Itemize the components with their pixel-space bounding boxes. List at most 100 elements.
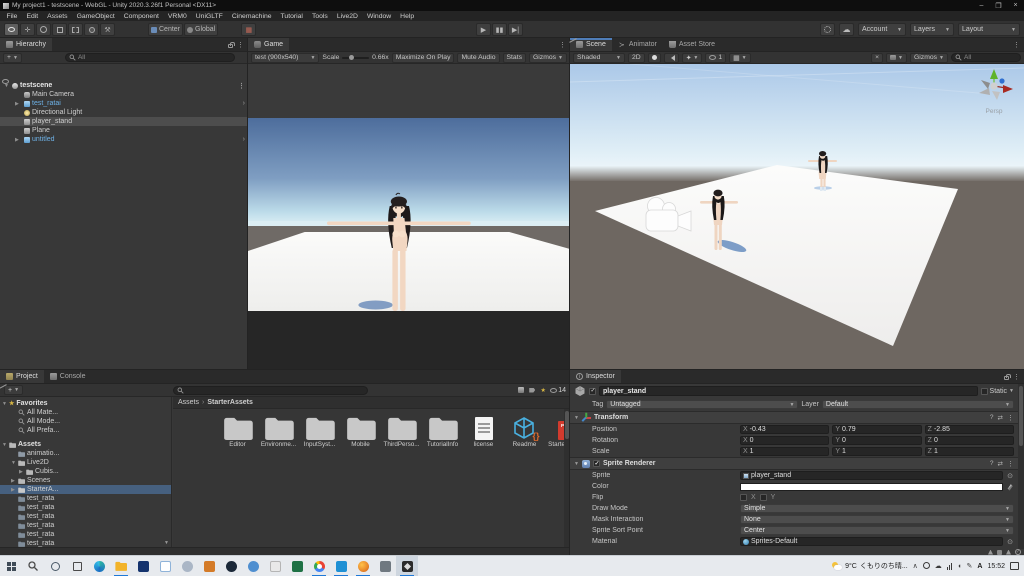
- scale-y-field[interactable]: Y1: [832, 447, 921, 456]
- scene-menu-icon[interactable]: ⋮: [238, 82, 245, 90]
- app-unknown-5[interactable]: [374, 556, 396, 576]
- lighting-toggle-button[interactable]: [648, 53, 661, 63]
- object-picker-icon[interactable]: ⊙: [1006, 472, 1014, 480]
- eyedropper-icon[interactable]: [1006, 483, 1014, 491]
- panel-menu-icon[interactable]: ⋮: [1013, 41, 1020, 49]
- notification-center-icon[interactable]: [1010, 562, 1019, 570]
- layer-dropdown[interactable]: Default▼: [822, 400, 1014, 409]
- position-y-field[interactable]: Y0.79: [832, 425, 921, 434]
- taskbar-search-button[interactable]: [22, 556, 44, 576]
- taskbar-weather[interactable]: 9°C くもりのち晴...: [832, 561, 908, 571]
- flip-x-checkbox[interactable]: [740, 494, 747, 501]
- hierarchy-item-plane[interactable]: Plane: [0, 126, 248, 135]
- folder-editor[interactable]: Editor: [217, 414, 258, 448]
- menu-gameobject[interactable]: GameObject: [72, 11, 119, 21]
- transform-tool-button[interactable]: [84, 23, 99, 36]
- close-button[interactable]: ×: [1007, 0, 1024, 11]
- tab-console[interactable]: Console: [44, 370, 92, 383]
- hierarchy-search-input[interactable]: All: [65, 53, 235, 62]
- package-filter-icon[interactable]: [517, 386, 525, 394]
- scene-gizmos-dropdown[interactable]: Gizmos▼: [910, 53, 948, 63]
- rotation-z-field[interactable]: Z0: [925, 436, 1014, 445]
- gameobject-name-field[interactable]: player_stand: [599, 386, 978, 396]
- perspective-label[interactable]: Persp: [974, 108, 1014, 115]
- app-unknown-2[interactable]: [198, 556, 220, 576]
- color-swatch[interactable]: [740, 483, 1003, 491]
- folder-tutorialinfo[interactable]: TutorialInfo: [422, 414, 463, 448]
- scale-x-field[interactable]: X1: [740, 447, 829, 456]
- tree-test-rata[interactable]: test_rata: [0, 503, 171, 512]
- app-unknown-4[interactable]: [264, 556, 286, 576]
- rotate-tool-button[interactable]: [36, 23, 51, 36]
- tree-test-rata[interactable]: test_rata: [0, 512, 171, 521]
- object-picker-icon[interactable]: ⊙: [1006, 538, 1014, 546]
- status-icon[interactable]: [988, 550, 993, 555]
- mask-interaction-dropdown[interactable]: None▼: [740, 515, 1014, 524]
- tree-live2d[interactable]: ▼Live2D: [0, 458, 171, 467]
- preferences-gear-button[interactable]: [820, 23, 835, 36]
- draw-mode-dropdown[interactable]: Simple▼: [740, 504, 1014, 513]
- folder-inputsystem[interactable]: InputSyst...: [299, 414, 340, 448]
- 2d-toggle-button[interactable]: 2D: [628, 53, 645, 63]
- app-steam[interactable]: [220, 556, 242, 576]
- layers-dropdown[interactable]: Layers▼: [910, 23, 954, 36]
- file-license[interactable]: license: [463, 414, 504, 448]
- tree-all-materials[interactable]: All Mate...: [0, 408, 171, 417]
- move-tool-button[interactable]: ✛: [20, 23, 35, 36]
- step-button[interactable]: ▶|: [508, 23, 523, 36]
- scene-viewport[interactable]: [570, 64, 1024, 370]
- tree-test-rata[interactable]: test_rata: [0, 530, 171, 539]
- app-firefox[interactable]: [352, 556, 374, 576]
- app-photos[interactable]: [330, 556, 352, 576]
- display-resolution-dropdown[interactable]: test (900x540)▼: [251, 53, 319, 63]
- scale-tool-button[interactable]: [52, 23, 67, 36]
- hierarchy-item-main-camera[interactable]: Main Camera: [0, 90, 248, 99]
- component-enabled-checkbox[interactable]: [593, 460, 600, 467]
- tree-scenes[interactable]: ▶Scenes: [0, 476, 171, 485]
- hierarchy-item-player-stand[interactable]: player_stand: [0, 117, 248, 126]
- app-unknown-3[interactable]: [242, 556, 264, 576]
- cortana-button[interactable]: [44, 556, 66, 576]
- status-icon[interactable]: [997, 550, 1002, 555]
- inspector-scrollbar[interactable]: [1018, 384, 1024, 549]
- app-unknown-1[interactable]: [176, 556, 198, 576]
- menu-tools[interactable]: Tools: [307, 11, 332, 21]
- tray-expand-icon[interactable]: ∧: [913, 562, 918, 570]
- hierarchy-item-test-ratai[interactable]: ▶ test_ratai›: [0, 99, 248, 108]
- hierarchy-item-untitled[interactable]: ▶ untitled›: [0, 135, 248, 144]
- tree-starterassets[interactable]: ▶StarterA...: [0, 485, 171, 494]
- folder-thirdperson[interactable]: ThirdPerso...: [381, 414, 422, 448]
- view-tool-button[interactable]: [4, 23, 19, 36]
- tree-animations[interactable]: animatio...: [0, 449, 171, 458]
- panel-menu-icon[interactable]: ⋮: [1013, 373, 1020, 381]
- mute-audio-button[interactable]: Mute Audio: [457, 53, 499, 63]
- tree-scroll-down-icon[interactable]: ▼: [164, 540, 169, 546]
- breadcrumb-root[interactable]: Assets: [178, 399, 199, 406]
- maximize-on-play-button[interactable]: Maximize On Play: [392, 53, 455, 63]
- tree-all-models[interactable]: All Mode...: [0, 417, 171, 426]
- start-button[interactable]: [0, 556, 22, 576]
- position-x-field[interactable]: X-0.43: [740, 425, 829, 434]
- prefab-open-icon[interactable]: ›: [243, 136, 245, 143]
- static-checkbox[interactable]: [981, 388, 988, 395]
- sprite-object-field[interactable]: player_stand: [740, 471, 1003, 480]
- tree-test-rata[interactable]: test_rata: [0, 521, 171, 530]
- hidden-packages-count[interactable]: 14: [550, 387, 566, 394]
- rotation-x-field[interactable]: X0: [740, 436, 829, 445]
- tag-dropdown[interactable]: Untagged▼: [606, 400, 798, 409]
- tab-asset-store[interactable]: Asset Store: [663, 38, 721, 51]
- pen-icon[interactable]: ✎: [967, 562, 973, 570]
- app-store[interactable]: [132, 556, 154, 576]
- play-button[interactable]: ▶: [476, 23, 491, 36]
- tree-test-rata[interactable]: test_rata: [0, 539, 171, 547]
- tab-project[interactable]: Project: [0, 370, 44, 383]
- project-add-button[interactable]: +▼: [4, 385, 23, 395]
- app-mail[interactable]: [154, 556, 176, 576]
- file-readme[interactable]: Readme: [504, 414, 545, 448]
- account-dropdown[interactable]: Account▼: [858, 23, 906, 36]
- tab-game[interactable]: Game: [248, 38, 289, 51]
- scale-slider[interactable]: [342, 57, 369, 59]
- tab-hierarchy[interactable]: Hierarchy: [0, 38, 52, 51]
- app-file-explorer[interactable]: [110, 556, 132, 576]
- effects-dropdown[interactable]: ✦▼: [682, 53, 703, 63]
